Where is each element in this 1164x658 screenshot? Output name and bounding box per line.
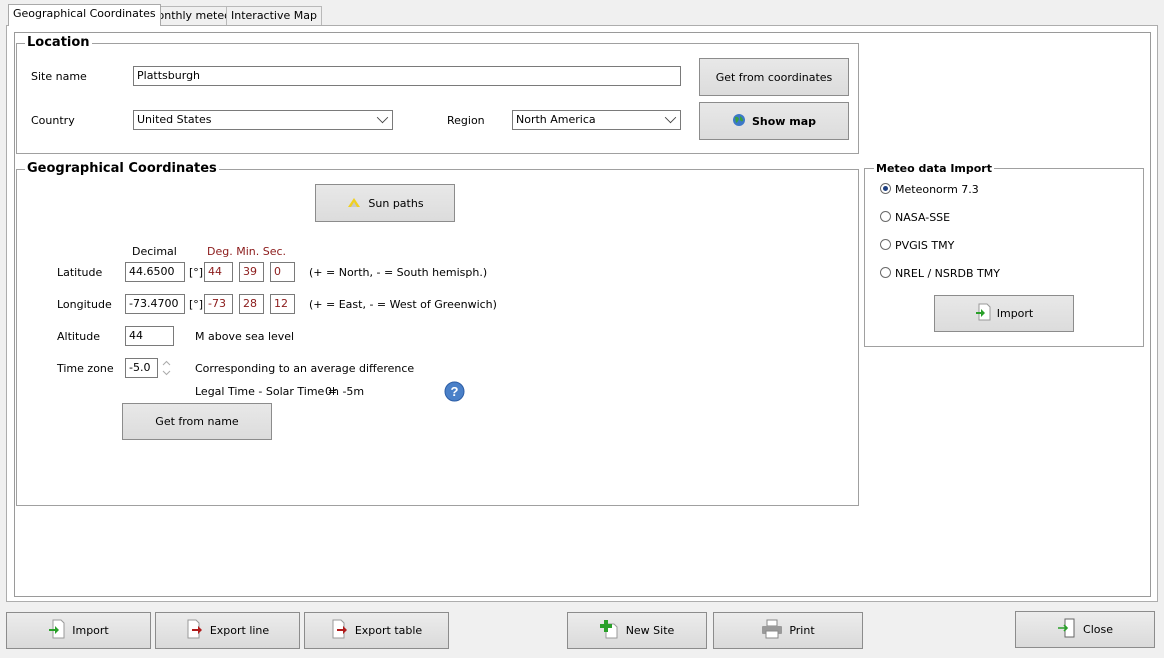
new-site-label: New Site [625, 624, 675, 637]
import-icon [48, 619, 66, 642]
radio-nasa-sse[interactable] [880, 211, 891, 222]
meteo-import-title: Meteo data Import [874, 162, 994, 175]
import-icon [975, 303, 991, 324]
sun-paths-label: Sun paths [368, 196, 424, 210]
close-label: Close [1083, 623, 1113, 636]
get-from-coordinates-button[interactable]: Get from coordinates [699, 58, 849, 96]
legal-solar-label: Legal Time - Solar Time = [195, 385, 338, 398]
chevron-down-icon [664, 111, 677, 124]
longitude-label: Longitude [57, 298, 112, 311]
longitude-note: (+ = East, - = West of Greenwich) [309, 298, 497, 311]
chevron-down-icon [376, 111, 389, 124]
import-button[interactable]: Import [6, 612, 151, 649]
tab-interactive-map[interactable]: Interactive Map [226, 6, 322, 25]
show-map-label: Show map [751, 114, 817, 128]
print-label: Print [789, 624, 815, 637]
new-site-button[interactable]: New Site [567, 612, 707, 649]
radio-meteonorm[interactable] [880, 183, 891, 194]
location-title: Location [25, 35, 92, 50]
geographical-coordinates-title: Geographical Coordinates [25, 161, 219, 176]
timezone-note: Corresponding to an average difference [195, 362, 415, 375]
region-value: North America [516, 113, 596, 126]
export-icon [331, 619, 349, 642]
site-name-label: Site name [31, 70, 87, 83]
get-from-name-label: Get from name [155, 415, 239, 428]
latitude-deg-input[interactable]: 44 [204, 262, 233, 282]
latitude-unit: [°] [189, 266, 204, 279]
longitude-decimal-input[interactable]: -73.4700 [125, 294, 185, 314]
get-from-name-button[interactable]: Get from name [122, 403, 272, 440]
plus-icon [599, 619, 620, 642]
altitude-note: M above sea level [195, 330, 295, 343]
timezone-label: Time zone [57, 362, 114, 375]
print-button[interactable]: Print [713, 612, 863, 649]
altitude-label: Altitude [57, 330, 100, 343]
show-map-button[interactable]: Show map [699, 102, 849, 140]
exit-door-icon [1057, 618, 1077, 641]
radio-nrel-nsrdb-label[interactable]: NREL / NSRDB TMY [895, 267, 1000, 280]
radio-pvgis-tmy[interactable] [880, 239, 891, 250]
export-line-button[interactable]: Export line [155, 612, 300, 649]
close-button[interactable]: Close [1015, 611, 1155, 648]
country-value: United States [137, 113, 212, 126]
longitude-deg-input[interactable]: -73 [204, 294, 233, 314]
export-icon [186, 619, 204, 642]
dms-header: Deg. Min. Sec. [207, 245, 287, 258]
region-label: Region [447, 114, 485, 127]
longitude-unit: [°] [189, 298, 204, 311]
country-label: Country [31, 114, 75, 127]
help-icon[interactable]: ? [444, 381, 465, 402]
meteo-import-label: Import [996, 307, 1034, 320]
longitude-min-input[interactable]: 28 [239, 294, 264, 314]
export-line-label: Export line [209, 624, 270, 637]
timezone-stepper[interactable] [160, 358, 173, 378]
sun-paths-button[interactable]: Sun paths [315, 184, 455, 222]
get-from-coordinates-label: Get from coordinates [715, 70, 833, 84]
globe-icon [732, 113, 746, 130]
tab-geographical-coordinates[interactable]: Geographical Coordinates [8, 4, 161, 26]
radio-meteonorm-label[interactable]: Meteonorm 7.3 [895, 183, 979, 196]
region-select[interactable]: North America [512, 110, 681, 130]
latitude-min-input[interactable]: 39 [239, 262, 264, 282]
svg-text:?: ? [451, 384, 459, 399]
radio-pvgis-tmy-label[interactable]: PVGIS TMY [895, 239, 954, 252]
meteo-import-button[interactable]: Import [934, 295, 1074, 332]
latitude-note: (+ = North, - = South hemisph.) [309, 266, 488, 279]
legal-solar-value: 0h -5m [325, 385, 365, 398]
import-label: Import [72, 624, 109, 637]
altitude-input[interactable]: 44 [125, 326, 174, 346]
timezone-input[interactable]: -5.0 [125, 358, 158, 378]
sun-icon [346, 196, 362, 211]
latitude-sec-input[interactable]: 0 [270, 262, 295, 282]
country-select[interactable]: United States [133, 110, 393, 130]
printer-icon [761, 619, 783, 642]
latitude-decimal-input[interactable]: 44.6500 [125, 262, 185, 282]
decimal-header: Decimal [132, 245, 177, 258]
export-table-button[interactable]: Export table [304, 612, 449, 649]
radio-nrel-nsrdb[interactable] [880, 267, 891, 278]
radio-nasa-sse-label[interactable]: NASA-SSE [895, 211, 950, 224]
site-name-input[interactable]: Plattsburgh [133, 66, 681, 86]
export-table-label: Export table [354, 624, 423, 637]
latitude-label: Latitude [57, 266, 103, 279]
longitude-sec-input[interactable]: 12 [270, 294, 295, 314]
